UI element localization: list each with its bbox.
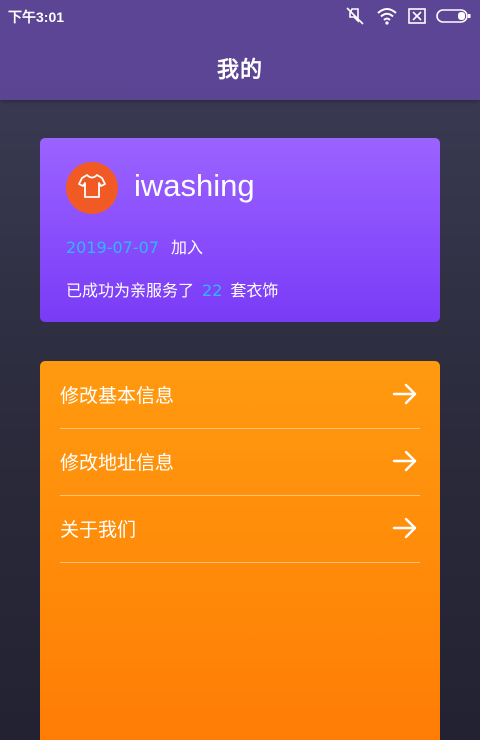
menu-item-edit-basic-info[interactable]: 修改基本信息 [60, 361, 420, 429]
arrow-right-icon [392, 450, 418, 476]
status-bar: 下午3:01 [0, 0, 480, 32]
served-info: 已成功为亲服务了 22 套衣饰 [66, 277, 278, 301]
served-prefix: 已成功为亲服务了 [66, 281, 195, 300]
tshirt-icon [78, 173, 106, 203]
mute-icon [344, 7, 366, 25]
menu-item-label: 修改地址信息 [60, 452, 175, 474]
top-app-bar: 下午3:01 我的 [0, 0, 480, 100]
avatar [66, 162, 118, 214]
menu-card: 修改基本信息 修改地址信息 关于我们 [40, 361, 440, 740]
served-suffix: 套衣饰 [230, 281, 279, 300]
join-info: 2019-07-07 加入 [66, 234, 203, 258]
menu-item-label: 关于我们 [60, 519, 137, 541]
arrow-right-icon [392, 383, 418, 409]
status-time: 下午3:01 [8, 9, 65, 25]
join-date: 2019-07-07 [66, 238, 159, 257]
arrow-right-icon [392, 517, 418, 543]
served-count: 22 [202, 281, 223, 300]
menu-item-label: 修改基本信息 [60, 385, 175, 407]
wifi-icon [376, 7, 398, 25]
menu-item-edit-address-info[interactable]: 修改地址信息 [60, 428, 420, 496]
status-icons [344, 6, 472, 26]
join-label: 加入 [170, 238, 203, 257]
menu-item-about-us[interactable]: 关于我们 [60, 495, 420, 563]
page-title: 我的 [216, 58, 263, 83]
sim-blocked-icon [408, 8, 426, 24]
username: iwashing [134, 168, 255, 203]
battery-icon [436, 8, 472, 24]
profile-card: iwashing 2019-07-07 加入 已成功为亲服务了 22 套衣饰 [40, 138, 440, 322]
